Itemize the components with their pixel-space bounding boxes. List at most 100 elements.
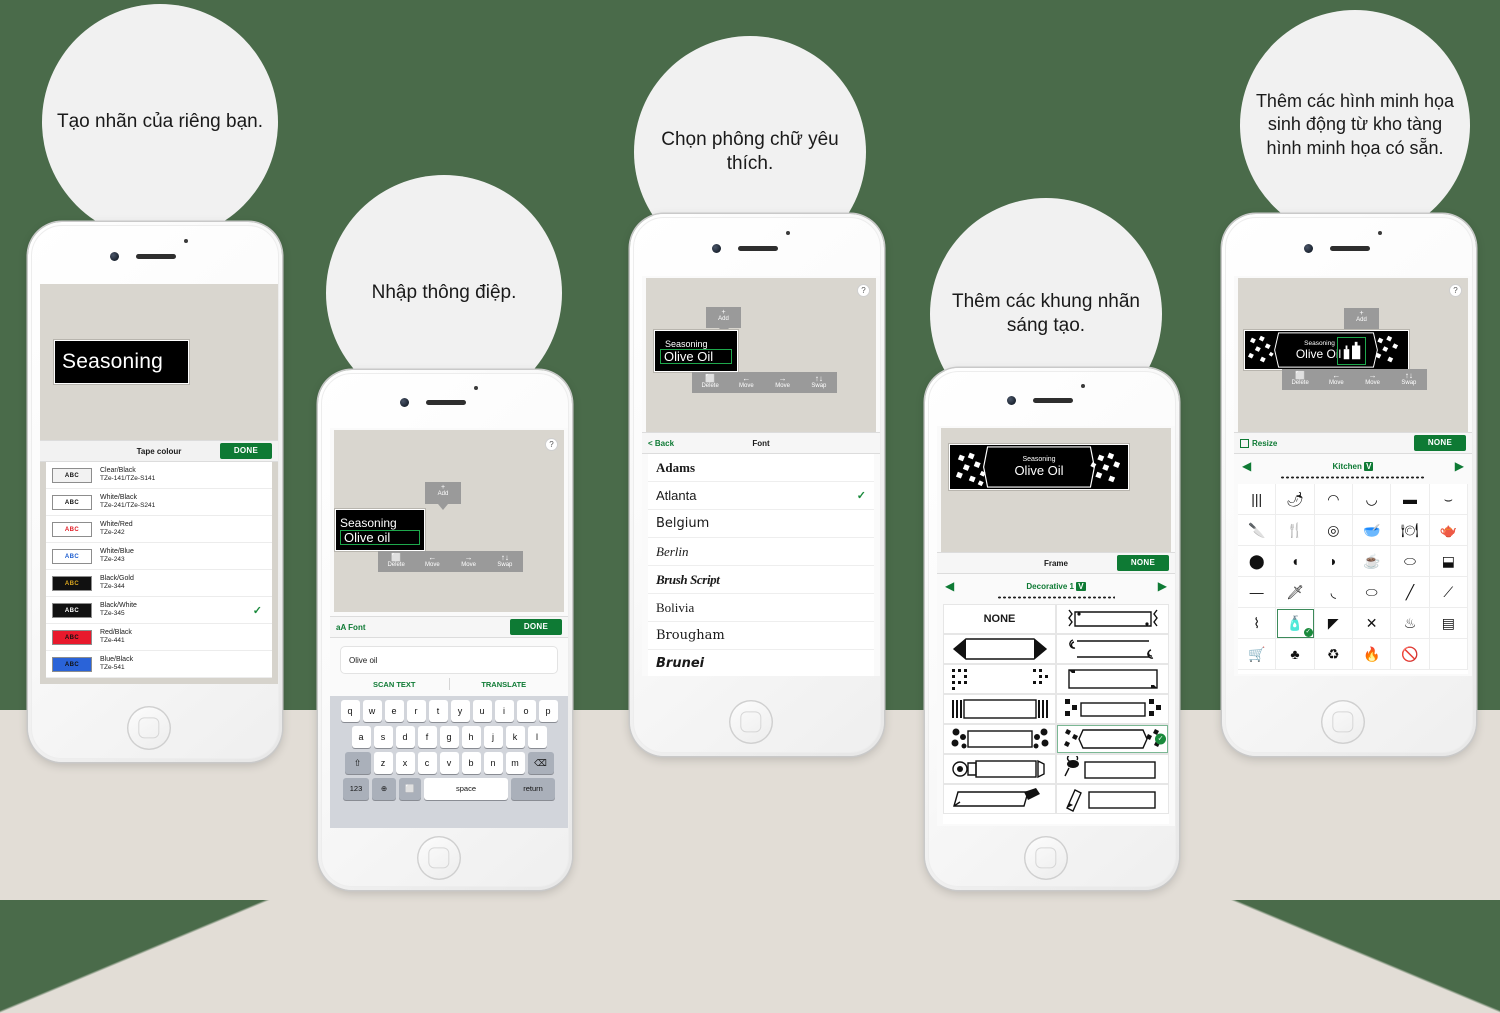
tape-colour-row[interactable]: ABC White/Blue TZe-243 — [46, 543, 272, 570]
label-preview-4[interactable]: Seasoning Olive Oil — [949, 444, 1129, 490]
symbol-category-nav[interactable]: ◀ Kitchen V ▶ — [1242, 458, 1464, 474]
key-u[interactable]: u — [472, 700, 492, 722]
key-p[interactable]: p — [538, 700, 558, 722]
ladle-icon[interactable]: ◟ — [1314, 577, 1353, 608]
mixing-bowl-icon[interactable]: 🥣 — [1352, 515, 1392, 546]
coffee-machine-icon[interactable]: ▤ — [1429, 608, 1468, 639]
frame-pencil[interactable] — [1056, 784, 1169, 814]
bowl-icon[interactable]: ⌣ — [1429, 484, 1468, 515]
prev-category-button-4[interactable]: ◀ — [945, 580, 954, 592]
add-object-button-5[interactable]: + Add — [1344, 308, 1379, 329]
font-row[interactable]: Brunei — [648, 650, 874, 676]
globe-key[interactable]: ⊕ — [372, 778, 396, 800]
key-i[interactable]: i — [494, 700, 514, 722]
tofu-box-icon[interactable]: ⬓ — [1429, 546, 1468, 577]
key-v[interactable]: v — [439, 752, 459, 774]
done-button-2[interactable]: DONE — [510, 619, 562, 635]
teacup-icon[interactable]: ☕ — [1352, 546, 1392, 577]
tool-swap[interactable]: ↑↓ Swap — [1391, 369, 1427, 390]
spatula-knife-icon[interactable]: ╱ — [1391, 577, 1430, 608]
tape-colour-row[interactable]: ABC Blue/Black TZe-541 — [46, 651, 272, 678]
return-key[interactable]: return — [511, 778, 555, 800]
frame-squiggle[interactable] — [1056, 604, 1169, 634]
frame-corner[interactable] — [1056, 664, 1169, 694]
on-screen-keyboard[interactable]: q w e r t y u i o p a s d f g h j k l ⇧ z x c v b n m ⌫ 123 ⊕ ⬜ space re… — [330, 696, 568, 828]
frame-grid[interactable]: NONE — [943, 604, 1169, 824]
help-icon-5[interactable]: ? — [1449, 284, 1462, 297]
key-k[interactable]: k — [505, 726, 525, 748]
place-setting-icon[interactable]: 🍽 — [1391, 515, 1430, 546]
frame-tube[interactable] — [943, 754, 1056, 784]
prev-category-button-5[interactable]: ◀ — [1242, 460, 1251, 472]
frame-bee[interactable] — [1056, 754, 1169, 784]
symbol-none-button[interactable]: NONE — [1414, 435, 1466, 451]
done-button-1[interactable]: DONE — [220, 443, 272, 459]
tool-swap[interactable]: ↑↓ Swap — [487, 551, 523, 572]
font-row[interactable]: Atlanta ✓ — [648, 482, 874, 510]
tool-move[interactable]: → Move — [765, 372, 801, 393]
tool-delete[interactable]: ⬜ Delete — [378, 551, 414, 572]
shopping-cart-icon[interactable]: 🛒 — [1238, 639, 1277, 670]
key-n[interactable]: n — [483, 752, 503, 774]
home-button[interactable] — [417, 836, 461, 880]
key-j[interactable]: j — [483, 726, 503, 748]
label-preview-3[interactable]: Seasoning Olive Oil — [654, 330, 738, 372]
bottles-icon[interactable]: 🧴 — [1276, 608, 1315, 639]
frame-checker[interactable] — [1056, 694, 1169, 724]
label-preview-2[interactable]: Seasoning Olive oil — [335, 509, 425, 551]
key-z[interactable]: z — [373, 752, 393, 774]
key-d[interactable]: d — [395, 726, 415, 748]
key-w[interactable]: w — [362, 700, 382, 722]
tape-colour-list[interactable]: ABC Clear/Black TZe-141/TZe-S141 ABC White/B… — [46, 462, 272, 678]
frame-flowers[interactable] — [943, 724, 1056, 754]
tool-move[interactable]: → Move — [1355, 369, 1391, 390]
hot-soup-icon[interactable]: ♨ — [1391, 608, 1430, 639]
chocolate-icon[interactable]: ▬ — [1391, 484, 1430, 515]
recycle-icon[interactable]: ♻ — [1314, 639, 1353, 670]
fork-icon[interactable]: 🍴 — [1276, 515, 1315, 546]
microphone-key[interactable]: ⬜ — [399, 778, 421, 800]
font-row[interactable]: Bolivia — [648, 594, 874, 622]
teapot-icon[interactable]: 🫖 — [1429, 515, 1468, 546]
object-toolbar-2[interactable]: ⬜ Delete ← Move → Move ↑↓ Swap — [378, 551, 523, 572]
empty-icon[interactable] — [1429, 639, 1468, 670]
scan-text-button[interactable]: SCAN TEXT — [340, 680, 449, 689]
tape-colour-row[interactable]: ABC Black/White TZe-345 ✓ — [46, 597, 272, 624]
whisk-icon[interactable]: ⌇ — [1238, 608, 1277, 639]
key-c[interactable]: c — [417, 752, 437, 774]
key-o[interactable]: o — [516, 700, 536, 722]
key-a[interactable]: a — [351, 726, 371, 748]
key-q[interactable]: q — [340, 700, 360, 722]
tape-colour-row[interactable]: ABC Red/Black TZe-441 — [46, 624, 272, 651]
home-button[interactable] — [729, 700, 773, 744]
frame-none[interactable]: NONE — [943, 604, 1056, 634]
chilli-icon[interactable]: 🌶 — [1276, 484, 1315, 515]
chef-hat-icon[interactable]: ♣ — [1276, 639, 1315, 670]
tool-move[interactable]: ← Move — [728, 372, 764, 393]
font-row[interactable]: Brougham — [648, 622, 874, 650]
space-key[interactable]: space — [424, 778, 508, 800]
gravy-boat-icon[interactable]: ◖ — [1276, 546, 1315, 577]
kettle-icon[interactable]: ◗ — [1314, 546, 1353, 577]
symbol-category-badge[interactable]: V — [1364, 461, 1374, 471]
plates-icon[interactable]: ◎ — [1314, 515, 1353, 546]
shift-key[interactable]: ⇧ — [344, 752, 371, 774]
key-l[interactable]: l — [527, 726, 547, 748]
key-r[interactable]: r — [406, 700, 426, 722]
turner-icon[interactable]: ⟋ — [1429, 577, 1468, 608]
label-preview-1[interactable]: Seasoning — [54, 340, 189, 384]
pouring-icon[interactable]: ◤ — [1314, 608, 1353, 639]
help-icon-2[interactable]: ? — [545, 438, 558, 451]
tool-delete[interactable]: ⬜ Delete — [1282, 369, 1318, 390]
chef-knife-icon[interactable]: 🗡 — [1276, 577, 1315, 608]
frame-snow[interactable] — [1056, 724, 1169, 754]
cake-icon[interactable]: ⬭ — [1391, 546, 1430, 577]
object-toolbar-5[interactable]: ⬜ Delete ← Move → Move ↑↓ Swap — [1282, 369, 1427, 390]
key-x[interactable]: x — [395, 752, 415, 774]
tape-colour-row[interactable]: ABC Clear/Black TZe-141/TZe-S141 — [46, 462, 272, 489]
tape-colour-row[interactable]: ABC White/Black TZe-241/TZe-S241 — [46, 489, 272, 516]
frame-pixdots[interactable] — [943, 664, 1056, 694]
label-preview-5[interactable]: Seasoning Olive Oil — [1244, 330, 1409, 370]
tool-delete[interactable]: ⬜ Delete — [692, 372, 728, 393]
home-button[interactable] — [1024, 836, 1068, 880]
